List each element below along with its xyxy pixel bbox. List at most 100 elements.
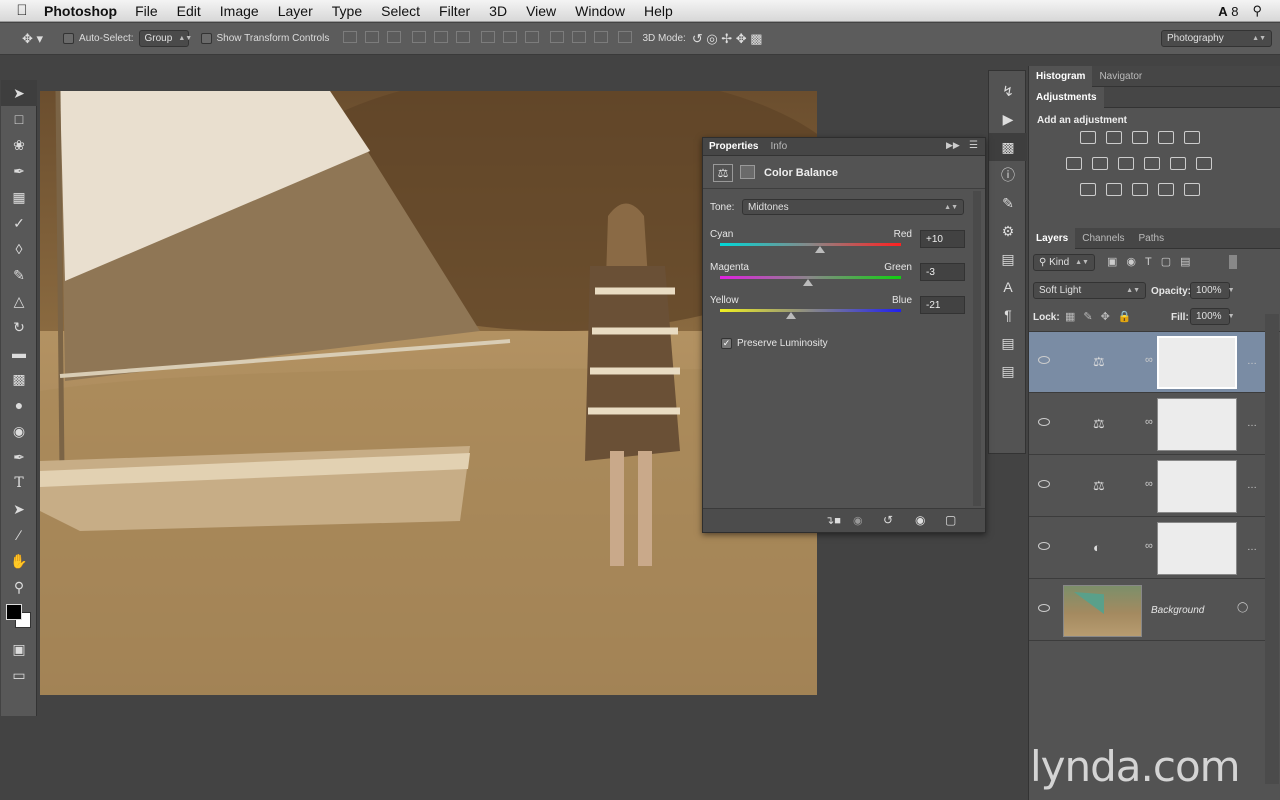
properties-panel-icon[interactable]: ▩	[989, 133, 1027, 161]
auto-align-icon[interactable]	[618, 31, 633, 43]
eyedropper-tool-icon[interactable]: ✓	[1, 210, 37, 236]
marquee-tool-icon[interactable]: □	[1, 106, 37, 132]
lasso-tool-icon[interactable]: ❀	[1, 132, 37, 158]
eye-icon[interactable]	[1038, 418, 1050, 426]
crop-tool-icon[interactable]: ▦	[1, 184, 37, 210]
move-tool-preset-icon[interactable]: ✥ ▾	[22, 31, 43, 47]
workspace-dropdown[interactable]: Photography ▲▼	[1161, 30, 1272, 47]
slider-thumb[interactable]	[814, 246, 825, 253]
fill-input[interactable]: 100% ▼	[1190, 308, 1235, 325]
layer-comps-icon[interactable]: ▤	[989, 245, 1027, 273]
color-swatches[interactable]	[1, 600, 36, 636]
clone-source-icon[interactable]: ▤	[989, 357, 1027, 385]
layer-row[interactable]: ◐ ∞ …	[1029, 518, 1265, 579]
line-tool-icon[interactable]: ∕	[1, 522, 37, 548]
align-center-icon[interactable]	[434, 31, 449, 43]
distribute-bottom-icon[interactable]	[524, 31, 539, 43]
info-icon[interactable]: ⓘ	[989, 161, 1027, 189]
paragraph-icon[interactable]: ¶	[989, 301, 1027, 329]
reset-icon[interactable]: ↺	[883, 513, 893, 527]
3d-orbit-icon[interactable]: ↺ ◎ ✢ ✥ ▩	[692, 31, 763, 47]
history-icon[interactable]: ↯	[989, 77, 1027, 105]
layer-mask-thumbnail[interactable]	[1157, 336, 1237, 389]
photo-filter-icon[interactable]	[1144, 157, 1160, 170]
layer-row[interactable]: ⚖ ∞ …	[1029, 456, 1265, 517]
tab-layers[interactable]: Layers	[1029, 227, 1076, 249]
slider-track[interactable]	[720, 309, 901, 312]
spotlight-icon[interactable]: ⚲	[1252, 3, 1262, 19]
background-layer-name[interactable]: Background	[1151, 605, 1204, 616]
adobe-status[interactable]: A 8	[1218, 4, 1238, 19]
preserve-luminosity-checkbox[interactable]: ✓	[721, 338, 732, 349]
slider-track[interactable]	[720, 243, 901, 246]
tab-paths[interactable]: Paths	[1132, 228, 1172, 249]
mask-icon[interactable]	[740, 165, 755, 179]
menu-select[interactable]: Select	[381, 3, 420, 19]
distribute-left-icon[interactable]	[549, 31, 564, 43]
align-top-icon[interactable]	[343, 31, 358, 43]
clip-to-layer-icon[interactable]: ↴■	[825, 514, 841, 527]
quick-mask-icon[interactable]: ▣	[1, 636, 37, 662]
color-lookup-icon[interactable]	[1196, 157, 1212, 170]
cyan-red-value[interactable]: +10	[920, 230, 965, 248]
menu-edit[interactable]: Edit	[177, 3, 201, 19]
yellow-blue-value[interactable]: -21	[920, 296, 965, 314]
zoom-tool-icon[interactable]: ⚲	[1, 574, 37, 600]
layer-row-background[interactable]: Background ◯	[1029, 580, 1265, 641]
menu-window[interactable]: Window	[575, 3, 625, 19]
history-brush-icon[interactable]: ↻	[1, 314, 37, 340]
channel-mixer-icon[interactable]	[1170, 157, 1186, 170]
exposure-icon[interactable]	[1158, 131, 1174, 144]
color-balance-adj-icon[interactable]	[1092, 157, 1108, 170]
align-right-icon[interactable]	[456, 31, 471, 43]
background-thumbnail[interactable]	[1063, 585, 1142, 637]
auto-select-dropdown[interactable]: Group ▲▼	[138, 30, 192, 47]
show-transform-checkbox[interactable]	[200, 33, 212, 44]
align-bottom-icon[interactable]	[387, 31, 402, 43]
levels-icon[interactable]	[1106, 131, 1122, 144]
black-white-icon[interactable]	[1118, 157, 1134, 170]
document-canvas[interactable]	[40, 91, 817, 695]
brightness-icon[interactable]	[1080, 131, 1096, 144]
dodge-tool-icon[interactable]: ◉	[1, 418, 37, 444]
hue-saturation-icon[interactable]	[1066, 157, 1082, 170]
distribute-top-icon[interactable]	[480, 31, 495, 43]
eye-icon[interactable]	[1038, 356, 1050, 364]
delete-icon[interactable]: ▢	[945, 513, 956, 527]
layers-scrollbar[interactable]	[1265, 314, 1279, 784]
menu-view[interactable]: View	[526, 3, 556, 19]
kind-filter-dropdown[interactable]: ⚲ Kind ▲▼	[1033, 254, 1095, 271]
tool-presets-icon[interactable]: ⚙	[989, 217, 1027, 245]
invert-icon[interactable]	[1080, 183, 1096, 196]
menu-filter[interactable]: Filter	[439, 3, 470, 19]
auto-select-checkbox[interactable]	[63, 33, 75, 44]
align-left-icon[interactable]	[412, 31, 427, 43]
actions-icon[interactable]: ▶	[989, 105, 1027, 133]
brush-tool-icon[interactable]: ✎	[1, 262, 37, 288]
selective-color-icon[interactable]	[1158, 183, 1174, 196]
menu-layer[interactable]: Layer	[278, 3, 313, 19]
view-previous-icon[interactable]: ◉	[853, 514, 863, 527]
threshold-icon[interactable]	[1132, 183, 1148, 196]
eye-icon[interactable]	[1038, 542, 1050, 550]
layer-mask-thumbnail[interactable]	[1157, 398, 1237, 451]
opacity-input[interactable]: 100% ▼	[1190, 282, 1235, 299]
tab-navigator[interactable]: Navigator	[1092, 66, 1149, 87]
distribute-right-icon[interactable]	[593, 31, 608, 43]
screen-mode-icon[interactable]: ▭	[1, 662, 37, 688]
foreground-color[interactable]	[6, 604, 22, 620]
align-middle-icon[interactable]	[365, 31, 380, 43]
lock-icons[interactable]: ▦✎✥🔒	[1065, 310, 1140, 323]
brush-presets-icon[interactable]: ✎	[989, 189, 1027, 217]
eye-icon[interactable]	[1038, 480, 1050, 488]
eye-icon[interactable]	[1038, 604, 1050, 612]
distribute-center-icon[interactable]	[571, 31, 586, 43]
layer-row[interactable]: ⚖ ∞ …	[1029, 332, 1265, 393]
curves-icon[interactable]	[1132, 131, 1148, 144]
menu-file[interactable]: File	[135, 3, 158, 19]
posterize-icon[interactable]	[1106, 183, 1122, 196]
panel-collapse-icon[interactable]: ▶▶	[946, 140, 960, 151]
layer-mask-thumbnail[interactable]	[1157, 460, 1237, 513]
pen-tool-icon[interactable]: ✒	[1, 444, 37, 470]
app-menu[interactable]: Photoshop	[44, 3, 117, 19]
